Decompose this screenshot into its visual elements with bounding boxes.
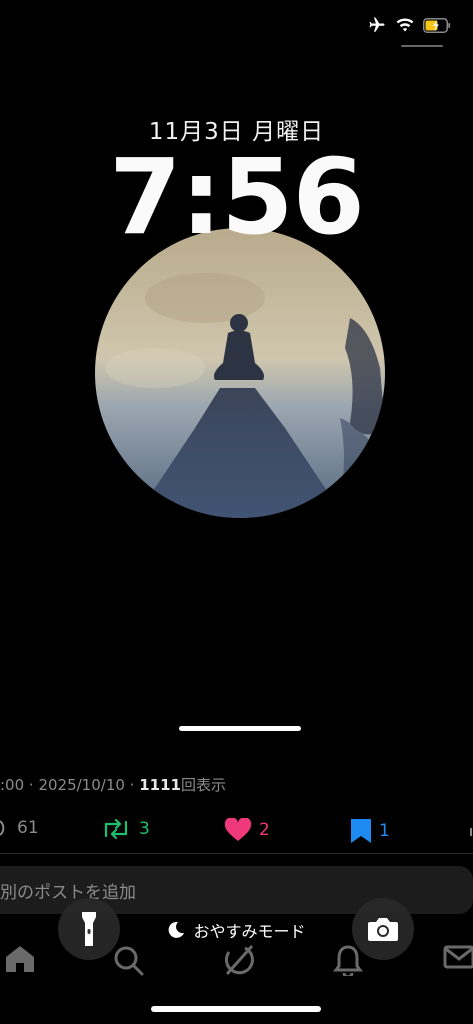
- notification-handle[interactable]: [179, 726, 301, 731]
- airplane-icon: [367, 16, 387, 34]
- grok-icon: [224, 945, 254, 975]
- search-icon: [114, 946, 144, 976]
- tweet-views-label: 回表示: [180, 776, 226, 794]
- status-indicator-line: [401, 45, 443, 47]
- tab-home[interactable]: [4, 944, 36, 978]
- add-post-placeholder: 別のポストを追加: [0, 883, 136, 903]
- retweet-icon: [104, 818, 128, 840]
- sleep-mode-label: おやすみモード: [193, 922, 306, 941]
- reply-count: 61: [17, 818, 39, 838]
- share-icon[interactable]: [468, 818, 473, 838]
- tweet-meta: :00 · 2025/10/10 · 1111回表示: [0, 774, 226, 795]
- camera-button[interactable]: [352, 898, 414, 960]
- like-button[interactable]: 2: [224, 818, 270, 842]
- tab-search[interactable]: [112, 944, 144, 980]
- reply-icon: [0, 820, 5, 836]
- tweet-views: 1111: [139, 776, 181, 794]
- moon-icon: [169, 921, 185, 938]
- tab-grok[interactable]: [221, 944, 255, 980]
- meta-separator: ·: [24, 776, 39, 794]
- tab-messages[interactable]: [443, 944, 473, 974]
- battery-charging-icon: [423, 17, 451, 33]
- camera-icon: [368, 918, 398, 941]
- lock-time: 7:56: [109, 136, 365, 258]
- heart-icon: [224, 818, 252, 841]
- retweet-count: 3: [139, 819, 150, 839]
- tab-notifications[interactable]: [333, 944, 363, 980]
- tweet-actions: 61 3 2 1: [0, 818, 473, 846]
- tweet-time: :00: [0, 776, 25, 794]
- home-indicator[interactable]: [151, 1006, 321, 1012]
- tweet-date: 2025/10/10: [38, 776, 125, 794]
- bookmark-icon: [351, 819, 371, 843]
- divider: [0, 853, 473, 854]
- bookmark-count: 1: [379, 821, 390, 841]
- reply-button[interactable]: 61: [0, 818, 39, 838]
- wifi-icon: [395, 17, 415, 33]
- lock-photo: [95, 228, 385, 518]
- bookmark-button[interactable]: 1: [350, 818, 390, 844]
- home-icon: [6, 946, 34, 972]
- meta-separator: ·: [124, 776, 140, 794]
- like-count: 2: [259, 820, 270, 840]
- messages-icon: [443, 945, 473, 969]
- status-bar: [367, 16, 451, 34]
- retweet-button[interactable]: 3: [100, 818, 150, 840]
